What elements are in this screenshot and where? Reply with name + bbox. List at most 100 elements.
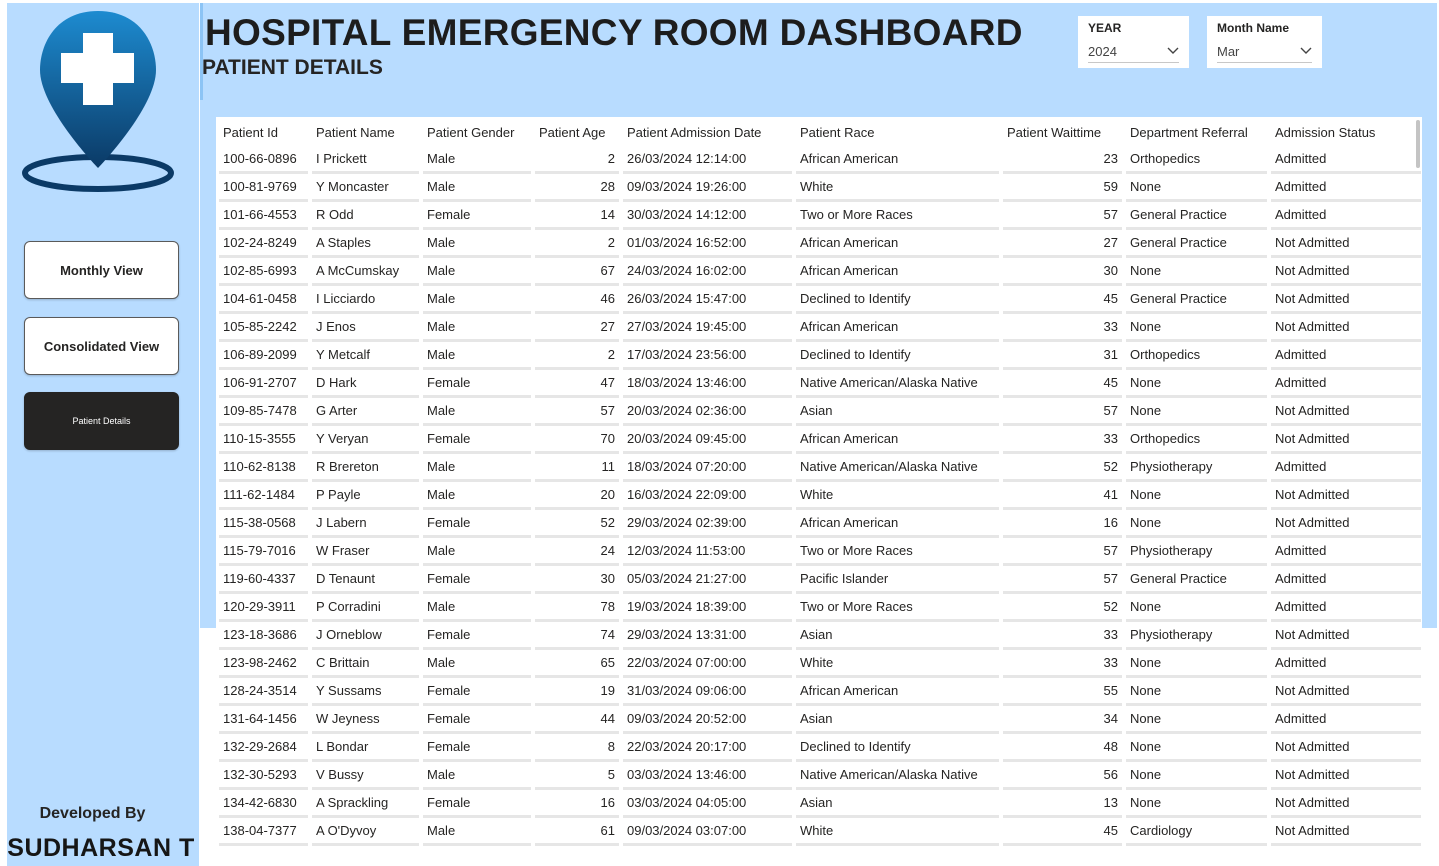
cell-patient-race: Asian	[796, 622, 999, 650]
cell-patient-id: 123-18-3686	[219, 622, 308, 650]
cell-patient-name: A O'Dyvoy	[312, 818, 419, 846]
cell-admission-date: 29/03/2024 02:39:00	[623, 510, 792, 538]
table-row: 115-38-0568 J Labern Female 52 29/03/2024 02…	[219, 510, 1421, 538]
cell-patient-id: 106-89-2099	[219, 342, 308, 370]
cell-patient-age: 47	[535, 370, 619, 398]
cell-patient-id: 123-98-2462	[219, 650, 308, 678]
month-slicer-label: Month Name	[1217, 21, 1289, 35]
column-header-department-referral[interactable]: Department Referral	[1126, 117, 1267, 146]
cell-admission-status: Admitted	[1271, 538, 1421, 566]
chevron-down-icon	[1300, 47, 1312, 54]
cell-patient-age: 19	[535, 678, 619, 706]
cell-patient-gender: Male	[423, 594, 531, 622]
cell-patient-race: African American	[796, 426, 999, 454]
cell-patient-gender: Male	[423, 818, 531, 846]
cell-patient-name: L Bondar	[312, 734, 419, 762]
cell-admission-status: Not Admitted	[1271, 286, 1421, 314]
cell-admission-status: Not Admitted	[1271, 314, 1421, 342]
cell-patient-name: J Orneblow	[312, 622, 419, 650]
cell-patient-id: 128-24-3514	[219, 678, 308, 706]
cell-patient-gender: Female	[423, 678, 531, 706]
cell-admission-status: Admitted	[1271, 650, 1421, 678]
cell-patient-waittime: 52	[1003, 594, 1122, 622]
column-header-patient-gender[interactable]: Patient Gender	[423, 117, 531, 146]
cell-patient-age: 8	[535, 734, 619, 762]
cell-patient-race: African American	[796, 146, 999, 174]
cell-patient-gender: Male	[423, 342, 531, 370]
cell-patient-id: 132-29-2684	[219, 734, 308, 762]
cell-patient-gender: Female	[423, 706, 531, 734]
cell-patient-id: 110-15-3555	[219, 426, 308, 454]
cell-admission-date: 31/03/2024 09:06:00	[623, 678, 792, 706]
cell-admission-status: Not Admitted	[1271, 678, 1421, 706]
cell-patient-name: D Hark	[312, 370, 419, 398]
patient-details-button[interactable]: Patient Details	[24, 392, 179, 450]
column-header-admission-status[interactable]: Admission Status	[1271, 117, 1421, 146]
cell-admission-date: 01/03/2024 16:52:00	[623, 230, 792, 258]
cell-patient-id: 134-42-6830	[219, 790, 308, 818]
cell-department-referral: None	[1126, 734, 1267, 762]
cell-patient-id: 131-64-1456	[219, 706, 308, 734]
month-dropdown-value: Mar	[1217, 43, 1240, 59]
cell-patient-name: J Labern	[312, 510, 419, 538]
column-header-patient-age[interactable]: Patient Age	[535, 117, 619, 146]
cell-admission-status: Not Admitted	[1271, 258, 1421, 286]
cell-patient-name: V Bussy	[312, 762, 419, 790]
table-row: 100-81-9769 Y Moncaster Male 28 09/03/2024 1…	[219, 174, 1421, 202]
cell-patient-age: 65	[535, 650, 619, 678]
cell-patient-name: C Brittain	[312, 650, 419, 678]
cell-patient-age: 44	[535, 706, 619, 734]
month-dropdown[interactable]: Mar	[1217, 40, 1312, 63]
table-row: 115-79-7016 W Fraser Male 24 12/03/2024 11:5…	[219, 538, 1421, 566]
cell-patient-race: Asian	[796, 706, 999, 734]
cell-department-referral: Physiotherapy	[1126, 454, 1267, 482]
column-header-patient-name[interactable]: Patient Name	[312, 117, 419, 146]
cell-admission-status: Not Admitted	[1271, 510, 1421, 538]
patient-details-table: Patient Id Patient Name Patient Gender Pati…	[216, 117, 1422, 866]
column-header-admission-date[interactable]: Patient Admission Date	[623, 117, 792, 146]
cell-patient-race: Asian	[796, 398, 999, 426]
column-header-patient-waittime[interactable]: Patient Waittime	[1003, 117, 1122, 146]
page-title: HOSPITAL EMERGENCY ROOM DASHBOARD	[205, 12, 1023, 53]
cell-patient-age: 57	[535, 398, 619, 426]
column-header-patient-race[interactable]: Patient Race	[796, 117, 999, 146]
cell-patient-gender: Female	[423, 370, 531, 398]
consolidated-view-button[interactable]: Consolidated View	[24, 317, 179, 375]
cell-department-referral: None	[1126, 510, 1267, 538]
cell-department-referral: None	[1126, 790, 1267, 818]
year-dropdown[interactable]: 2024	[1088, 40, 1179, 63]
cell-department-referral: Orthopedics	[1126, 146, 1267, 174]
cell-department-referral: General Practice	[1126, 286, 1267, 314]
cell-patient-name: A Sprackling	[312, 790, 419, 818]
cell-patient-name: R Brereton	[312, 454, 419, 482]
cell-patient-id: 102-24-8249	[219, 230, 308, 258]
cell-admission-date: 30/03/2024 14:12:00	[623, 202, 792, 230]
cell-department-referral: Orthopedics	[1126, 342, 1267, 370]
cell-patient-race: White	[796, 650, 999, 678]
cell-patient-age: 28	[535, 174, 619, 202]
cell-department-referral: None	[1126, 594, 1267, 622]
table-row: 123-18-3686 J Orneblow Female 74 29/03/2024 …	[219, 622, 1421, 650]
cell-patient-id: 111-62-1484	[219, 482, 308, 510]
cell-department-referral: General Practice	[1126, 202, 1267, 230]
cell-patient-age: 78	[535, 594, 619, 622]
cell-patient-race: Declined to Identify	[796, 286, 999, 314]
cell-department-referral: None	[1126, 174, 1267, 202]
cell-patient-gender: Male	[423, 258, 531, 286]
table-row: 102-24-8249 A Staples Male 2 01/03/2024 16:5…	[219, 230, 1421, 258]
cell-patient-id: 102-85-6993	[219, 258, 308, 286]
table-scrollbar[interactable]	[1416, 120, 1420, 168]
monthly-view-button[interactable]: Monthly View	[24, 241, 179, 299]
cell-patient-waittime: 13	[1003, 790, 1122, 818]
cell-patient-gender: Female	[423, 622, 531, 650]
cell-patient-gender: Male	[423, 398, 531, 426]
column-header-patient-id[interactable]: Patient Id	[219, 117, 308, 146]
hospital-location-logo-icon	[22, 11, 174, 192]
cell-patient-id: 109-85-7478	[219, 398, 308, 426]
table-row: 106-91-2707 D Hark Female 47 18/03/2024 13:4…	[219, 370, 1421, 398]
cell-admission-status: Not Admitted	[1271, 734, 1421, 762]
cell-patient-age: 16	[535, 790, 619, 818]
cell-patient-id: 100-81-9769	[219, 174, 308, 202]
cell-patient-waittime: 31	[1003, 342, 1122, 370]
cell-patient-waittime: 56	[1003, 762, 1122, 790]
